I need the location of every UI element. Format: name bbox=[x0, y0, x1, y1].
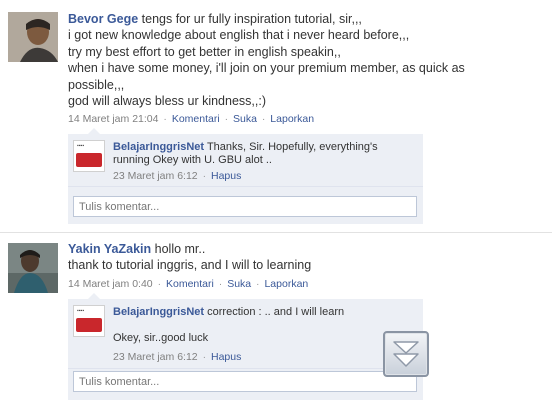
comment-thread: ▪▪▪▪ BelajarInggrisNet correction : .. a… bbox=[68, 299, 423, 400]
avatar[interactable] bbox=[8, 243, 58, 293]
separator: · bbox=[157, 278, 162, 290]
comment-link[interactable]: Komentari bbox=[166, 278, 214, 290]
post-timestamp: 14 Maret jam 0:40 bbox=[68, 278, 153, 290]
separator: · bbox=[218, 278, 223, 290]
post-text-line: when i have some money, i'll join on you… bbox=[68, 61, 465, 76]
reply-author-link[interactable]: BelajarInggrisNet bbox=[113, 141, 204, 153]
post-text-line: thank to tutorial inggris, and I will to… bbox=[68, 258, 312, 273]
reply-text-line: Thanks, Sir. Hopefully, everything's bbox=[206, 141, 378, 153]
reply-text-line: Okey, sir..good luck bbox=[113, 332, 209, 344]
like-link[interactable]: Suka bbox=[233, 113, 257, 125]
reply-author-link[interactable]: BelajarInggrisNet bbox=[113, 306, 204, 318]
avatar[interactable] bbox=[8, 12, 58, 62]
post-text-line: tengs for ur fully inspiration tutorial,… bbox=[141, 12, 362, 26]
separator: · bbox=[202, 170, 207, 182]
post-meta: 14 Maret jam 0:40 · Komentari · Suka · L… bbox=[68, 278, 308, 290]
post-meta: 14 Maret jam 21:04 · Komentari · Suka · … bbox=[68, 113, 314, 125]
post-body: Bevor Gege tengs for ur fully inspiratio… bbox=[68, 11, 543, 109]
post-author-link[interactable]: Bevor Gege bbox=[68, 12, 138, 26]
separator: · bbox=[256, 278, 260, 290]
separator: · bbox=[261, 113, 266, 125]
comment-input[interactable] bbox=[73, 371, 417, 392]
reply-comment: ▪▪▪▪ BelajarInggrisNet Thanks, Sir. Hope… bbox=[68, 134, 423, 187]
wall-post: Bevor Gege tengs for ur fully inspiratio… bbox=[0, 0, 552, 226]
post-body: Yakin YaZakin hollo mr.. thank to tutori… bbox=[68, 241, 543, 274]
reply-text-line: correction : .. and I will learn bbox=[207, 306, 345, 318]
reply-timestamp: 23 Maret jam 6:12 bbox=[113, 170, 198, 182]
reply-text: BelajarInggrisNet correction : .. and I … bbox=[113, 306, 413, 345]
post-text-line: try my best effort to get better in engl… bbox=[68, 44, 341, 59]
reply-text-line: running Okey with U. GBU alot .. bbox=[113, 154, 272, 166]
reply-comment: ▪▪▪▪ BelajarInggrisNet correction : .. a… bbox=[68, 299, 423, 369]
delete-link[interactable]: Hapus bbox=[211, 351, 241, 363]
post-timestamp: 14 Maret jam 21:04 bbox=[68, 113, 159, 125]
reply-text: BelajarInggrisNet Thanks, Sir. Hopefully… bbox=[113, 141, 413, 167]
page-logo-avatar[interactable]: ▪▪▪▪ bbox=[73, 140, 105, 172]
logo-band bbox=[76, 318, 102, 332]
reply-timestamp: 23 Maret jam 6:12 bbox=[113, 351, 198, 363]
wall-post: Yakin YaZakin hollo mr.. thank to tutori… bbox=[0, 232, 552, 400]
comment-thread: ▪▪▪▪ BelajarInggrisNet Thanks, Sir. Hope… bbox=[68, 134, 423, 224]
scroll-down-button[interactable] bbox=[383, 331, 429, 377]
double-chevron-down-icon bbox=[393, 341, 419, 367]
post-text-line: god will always bless ur kindness,,:) bbox=[68, 94, 266, 109]
separator: · bbox=[224, 113, 229, 125]
logo-mark: ▪▪▪▪ bbox=[77, 143, 85, 149]
separator: · bbox=[163, 113, 167, 125]
post-text-line: hollo mr.. bbox=[154, 242, 206, 256]
page-logo-avatar[interactable]: ▪▪▪▪ bbox=[73, 305, 105, 337]
delete-link[interactable]: Hapus bbox=[211, 170, 241, 182]
comment-link[interactable]: Komentari bbox=[172, 113, 220, 125]
post-author-link[interactable]: Yakin YaZakin bbox=[68, 242, 151, 256]
post-text-line: i got new knowledge about english that i… bbox=[68, 28, 410, 43]
post-text-line: possible,,, bbox=[68, 77, 125, 92]
report-link[interactable]: Laporkan bbox=[270, 113, 314, 125]
logo-band bbox=[76, 153, 102, 167]
separator: · bbox=[202, 351, 207, 363]
like-link[interactable]: Suka bbox=[227, 278, 251, 290]
logo-mark: ▪▪▪▪ bbox=[77, 308, 85, 314]
reply-meta: 23 Maret jam 6:12 · Hapus bbox=[113, 351, 241, 363]
comment-input[interactable] bbox=[73, 196, 417, 217]
reply-meta: 23 Maret jam 6:12 · Hapus bbox=[113, 170, 241, 182]
report-link[interactable]: Laporkan bbox=[264, 278, 308, 290]
